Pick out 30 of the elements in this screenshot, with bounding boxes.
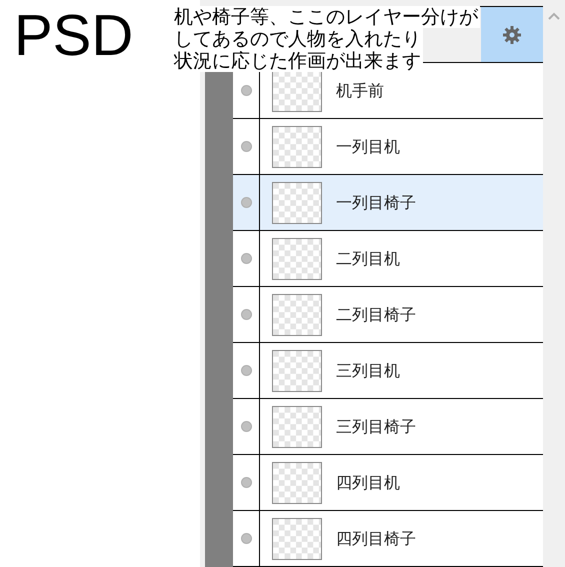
layer-row[interactable]: 二列目机 [233, 231, 543, 287]
layer-thumbnail [272, 406, 322, 448]
layer-thumbnail [272, 350, 322, 392]
layer-name: 一列目机 [336, 136, 400, 158]
scroll-up-icon[interactable] [548, 12, 560, 20]
layer-row[interactable]: 三列目机 [233, 343, 543, 399]
layer-thumbnail [272, 182, 322, 224]
layer-thumbnail [272, 238, 322, 280]
layer-name: 三列目椅子 [336, 416, 416, 438]
layer-row[interactable]: 一列目机 [233, 119, 543, 175]
layer-name: 机手前 [336, 80, 384, 102]
layer-thumbnail [272, 294, 322, 336]
layer-name: 二列目椅子 [336, 304, 416, 326]
layer-name: 三列目机 [336, 360, 400, 382]
gear-icon[interactable] [502, 24, 522, 44]
layer-row[interactable]: 一列目椅子 [233, 175, 543, 231]
layer-row[interactable]: 二列目椅子 [233, 287, 543, 343]
layer-name: 二列目机 [336, 248, 400, 270]
layer-row[interactable]: 三列目椅子 [233, 399, 543, 455]
layer-thumbnail [272, 518, 322, 560]
layer-name: 四列目椅子 [336, 528, 416, 550]
layer-thumbnail [272, 462, 322, 504]
layer-row[interactable]: 四列目椅子 [233, 511, 543, 567]
layer-thumbnail [272, 126, 322, 168]
layer-row[interactable]: 四列目机 [233, 455, 543, 511]
layer-row[interactable] [481, 7, 543, 62]
layer-name: 一列目椅子 [336, 192, 416, 214]
layer-thumbnail [272, 70, 322, 112]
title: PSD [14, 4, 134, 68]
layer-name: 四列目机 [336, 472, 400, 494]
